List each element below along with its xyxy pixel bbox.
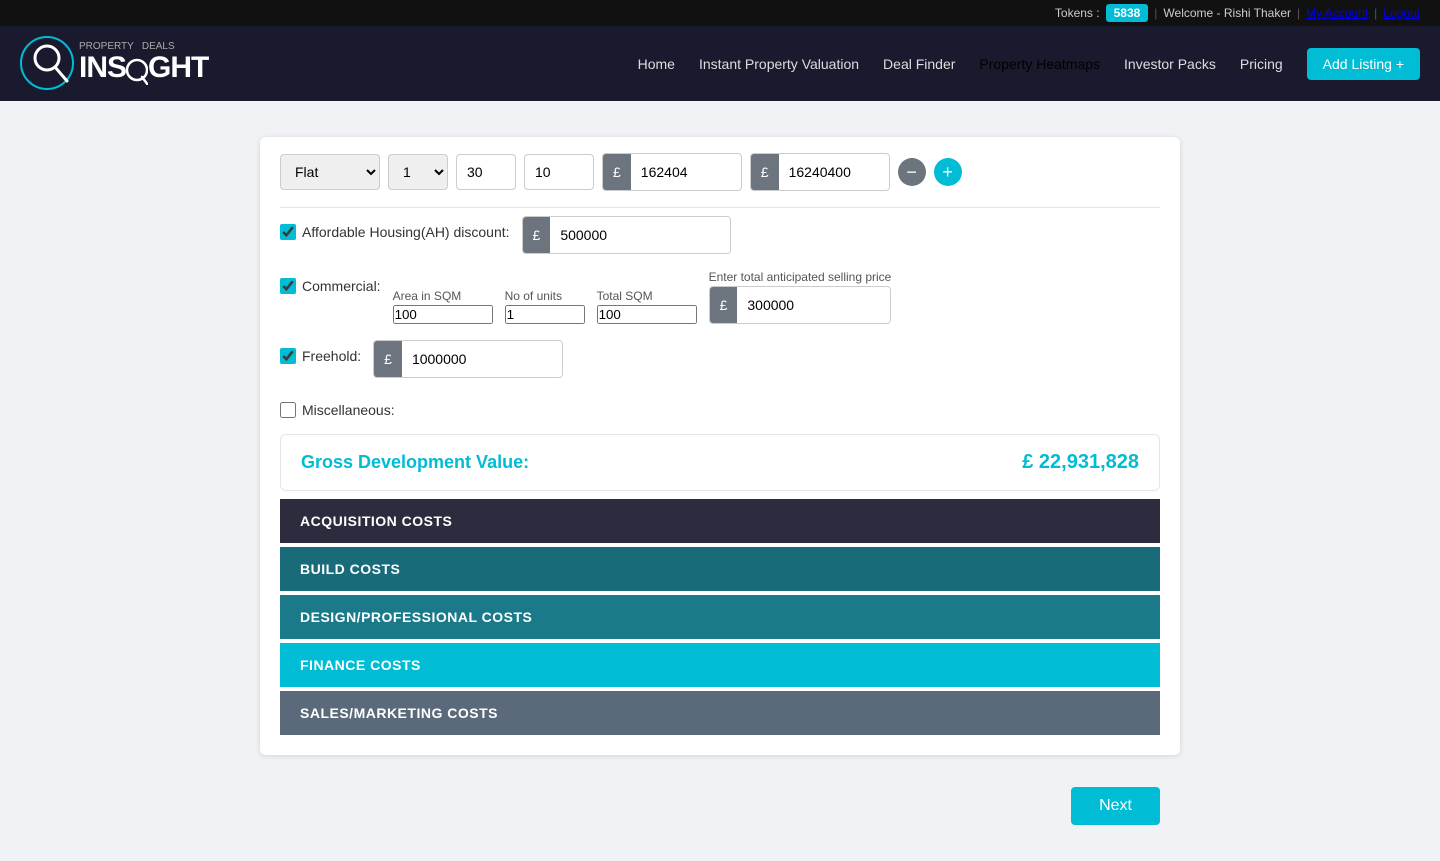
next-button-container: Next (260, 771, 1180, 841)
freehold-checkbox[interactable] (280, 348, 296, 364)
logo: PROPERTY DEALS INS GHT (20, 36, 208, 91)
nav-links: Home Instant Property Valuation Deal Fin… (638, 48, 1420, 80)
property-type-row: Flat House Commercial 1 2 3 £ £ − + (280, 153, 1160, 191)
next-button[interactable]: Next (1071, 787, 1160, 825)
ah-pound-prefix: £ (523, 217, 551, 253)
gdv-label: Gross Development Value: (301, 452, 529, 473)
pound-prefix-1: £ (603, 154, 631, 190)
form-card: Flat House Commercial 1 2 3 £ £ − + (260, 137, 1180, 755)
units-select[interactable]: 1 2 3 (388, 154, 448, 190)
nav-instant-valuation[interactable]: Instant Property Valuation (699, 56, 859, 72)
gdv-value: £ 22,931,828 (1022, 451, 1139, 474)
freehold-label: Freehold: (280, 340, 361, 364)
add-listing-button[interactable]: Add Listing + (1307, 48, 1420, 80)
nav-deal-finder[interactable]: Deal Finder (883, 56, 955, 72)
add-row-button[interactable]: + (934, 158, 962, 186)
area-sqm-group: Area in SQM (393, 289, 493, 324)
nav-property-heatmaps[interactable]: Property Heatmaps (979, 56, 1100, 72)
pound-prefix-2: £ (751, 154, 779, 190)
commercial-checkbox[interactable] (280, 278, 296, 294)
selling-price-pound: £ (710, 287, 738, 323)
finance-costs-bar[interactable]: FINANCE COSTS (280, 643, 1160, 687)
nav-home[interactable]: Home (638, 56, 675, 72)
gdv-row: Gross Development Value: £ 22,931,828 (280, 434, 1160, 491)
medium-input[interactable] (524, 154, 594, 190)
affordable-housing-input[interactable] (550, 217, 730, 253)
my-account-link[interactable]: My Account (1306, 6, 1368, 20)
nav-bar: PROPERTY DEALS INS GHT Home Instant Prop… (0, 26, 1440, 101)
build-costs-bar[interactable]: BUILD COSTS (280, 547, 1160, 591)
logo-icon (20, 36, 75, 91)
tokens-label: Tokens : (1055, 6, 1100, 20)
main-content: Flat House Commercial 1 2 3 £ £ − + (240, 101, 1200, 861)
nav-pricing[interactable]: Pricing (1240, 56, 1283, 72)
price2-input[interactable] (779, 154, 889, 190)
acquisition-costs-bar[interactable]: ACQUISITION COSTS (280, 499, 1160, 543)
price1-input[interactable] (631, 154, 741, 190)
commercial-section: Commercial: Area in SQM No of units Tota… (280, 270, 1160, 324)
divider (280, 207, 1160, 208)
freehold-section: Freehold: £ (280, 340, 1160, 378)
cost-sections: ACQUISITION COSTS BUILD COSTS DESIGN/PRO… (280, 499, 1160, 735)
design-professional-costs-bar[interactable]: DESIGN/PROFESSIONAL COSTS (280, 595, 1160, 639)
property-type-select[interactable]: Flat House Commercial (280, 154, 380, 190)
miscellaneous-checkbox[interactable] (280, 402, 296, 418)
logout-link[interactable]: Logout (1383, 6, 1420, 20)
page-header: Tokens : 5838 | Welcome - Rishi Thaker |… (0, 0, 1440, 101)
no-of-units-group: No of units (505, 289, 585, 324)
total-sqm-input[interactable] (597, 305, 697, 324)
commercial-label: Commercial: (280, 270, 381, 294)
nav-investor-packs[interactable]: Investor Packs (1124, 56, 1216, 72)
miscellaneous-section: Miscellaneous: (280, 394, 1160, 418)
welcome-text: Welcome - Rishi Thaker (1163, 6, 1291, 20)
remove-row-button[interactable]: − (898, 158, 926, 186)
no-of-units-input[interactable] (505, 305, 585, 324)
selling-price-input[interactable] (737, 287, 877, 323)
price1-field: £ (602, 153, 742, 191)
freehold-field: £ (373, 340, 563, 378)
miscellaneous-label: Miscellaneous: (280, 394, 395, 418)
selling-price-group: Enter total anticipated selling price £ (709, 270, 892, 324)
sqm-input[interactable] (456, 154, 516, 190)
price2-field: £ (750, 153, 890, 191)
affordable-housing-section: Affordable Housing(AH) discount: £ (280, 216, 1160, 254)
total-sqm-group: Total SQM (597, 289, 697, 324)
sales-marketing-costs-bar[interactable]: SALES/MARKETING COSTS (280, 691, 1160, 735)
top-bar: Tokens : 5838 | Welcome - Rishi Thaker |… (0, 0, 1440, 26)
token-count: 5838 (1106, 4, 1149, 22)
affordable-housing-label: Affordable Housing(AH) discount: (280, 216, 510, 240)
freehold-input[interactable] (402, 341, 562, 377)
affordable-housing-checkbox[interactable] (280, 224, 296, 240)
area-sqm-input[interactable] (393, 305, 493, 324)
logo-main-text: INS GHT (79, 53, 208, 84)
affordable-housing-field: £ (522, 216, 732, 254)
freehold-pound-prefix: £ (374, 341, 402, 377)
